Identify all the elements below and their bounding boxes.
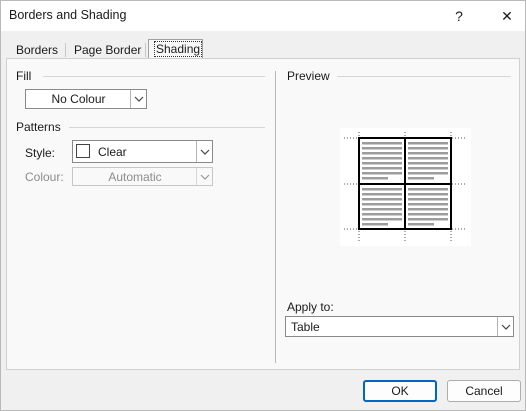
tab-page-border-label: Page Border	[74, 43, 142, 57]
fill-colour-value: No Colour	[51, 92, 106, 106]
apply-to-value: Table	[291, 319, 320, 334]
apply-to-label: Apply to:	[287, 300, 334, 314]
chevron-down-icon	[130, 90, 146, 108]
ok-button[interactable]: OK	[363, 380, 437, 402]
fill-group-label: Fill	[16, 69, 32, 83]
patterns-group-label: Patterns	[16, 120, 61, 134]
dialog-title: Borders and Shading	[9, 8, 127, 22]
tab-shading[interactable]: Shading	[148, 39, 203, 59]
close-button[interactable]: ✕	[495, 5, 519, 27]
tab-separator	[65, 43, 66, 57]
tab-separator	[145, 43, 146, 57]
patterns-group-divider	[69, 127, 265, 128]
apply-to-dropdown[interactable]: Table	[285, 316, 514, 337]
chevron-down-icon	[196, 168, 212, 185]
cancel-button[interactable]: Cancel	[447, 380, 521, 402]
pattern-style-dropdown[interactable]: Clear	[72, 140, 213, 163]
borders-and-shading-dialog: Borders and Shading ? ✕ Borders Page Bor…	[0, 0, 526, 411]
fill-colour-dropdown[interactable]: No Colour	[25, 89, 147, 109]
tab-page-border[interactable]: Page Border	[68, 41, 147, 59]
preview-group-divider	[337, 76, 511, 77]
pattern-colour-value: Automatic	[108, 169, 162, 184]
help-button[interactable]: ?	[447, 5, 471, 27]
preview-label: Preview	[287, 69, 330, 83]
table-preview-icon	[344, 132, 467, 242]
pattern-colour-dropdown[interactable]: Automatic	[72, 167, 213, 186]
tab-borders-label: Borders	[16, 43, 59, 57]
title-bar: Borders and Shading ? ✕	[1, 1, 525, 31]
fill-group-divider	[43, 76, 265, 77]
colour-label: Colour:	[25, 170, 64, 184]
tab-shading-label: Shading	[153, 41, 203, 57]
chevron-down-icon	[497, 317, 513, 336]
style-label: Style:	[25, 146, 56, 160]
tab-content-panel: Fill No Colour Patterns Style: Clear Col…	[6, 58, 520, 370]
tab-strip: Borders Page Border Shading	[1, 31, 525, 59]
pattern-style-value: Clear	[98, 144, 127, 159]
clear-swatch-icon	[76, 144, 90, 158]
group-divider-vertical	[275, 71, 276, 363]
preview-area	[340, 128, 471, 246]
chevron-down-icon	[196, 141, 212, 162]
tab-borders[interactable]: Borders	[10, 41, 64, 59]
